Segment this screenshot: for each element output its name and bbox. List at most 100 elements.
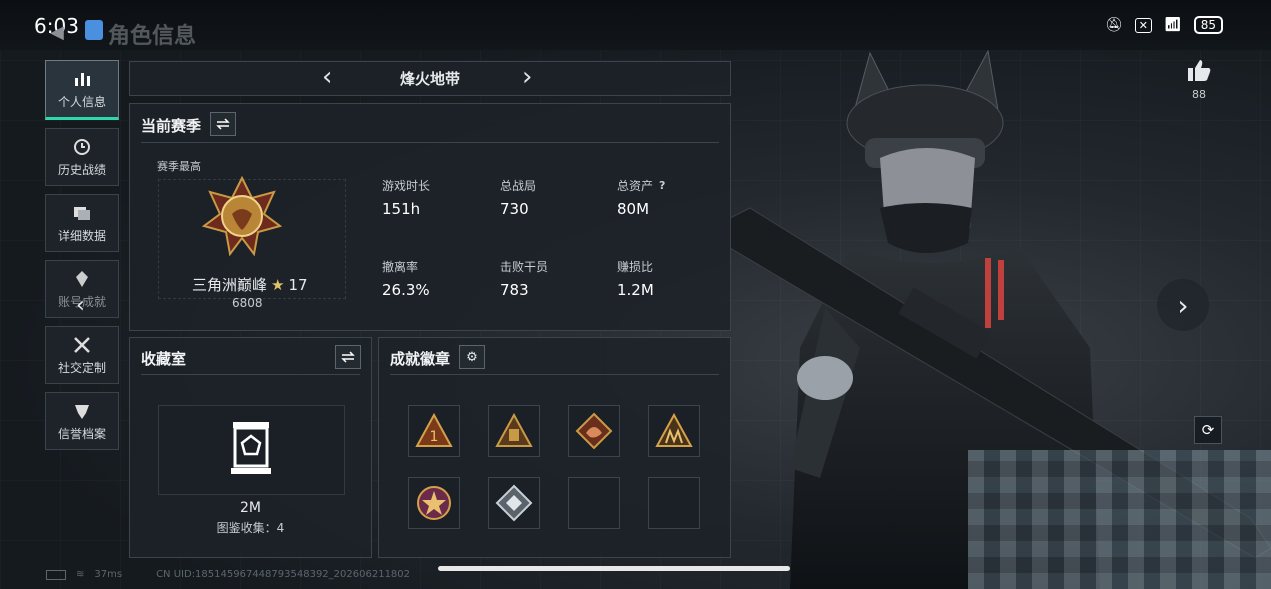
mute-bell-icon: 🔕︎ <box>1104 17 1123 33</box>
stat-value: 730 <box>500 200 529 218</box>
shield-icon <box>75 404 89 419</box>
sidebar-item-label: 信誉档案 <box>57 426 106 441</box>
svg-text:1: 1 <box>430 429 439 445</box>
chevron-left-icon[interactable]: ‹ <box>76 293 85 318</box>
divider <box>390 374 719 375</box>
divider <box>141 142 719 143</box>
sidebar-item-label: 社交定制 <box>57 360 106 375</box>
collection-header: 收藏室 <box>141 350 187 368</box>
badge-squad-icon <box>655 412 693 447</box>
thumbs-up-icon <box>1188 60 1211 81</box>
folder-icon <box>74 206 90 220</box>
badge-grid: 1 <box>408 405 700 529</box>
badge-settings-button[interactable]: ⚙ <box>459 345 485 369</box>
gear-icon: ⚙ <box>466 349 478 365</box>
bar-chart-icon <box>75 72 90 86</box>
sidebar-item-profile[interactable]: 个人信息 <box>45 60 119 120</box>
badge-pyramid-icon <box>495 412 533 447</box>
badge-slot[interactable] <box>568 405 620 457</box>
season-panel: 当前赛季 赛季最高 三角洲巅峰 ★ 17 6808 游戏时长 151h 总战局 … <box>129 103 731 331</box>
status-icons: 🔕︎ ✕ 📶︎ 85 <box>1105 16 1223 34</box>
badge-slot-empty[interactable] <box>648 477 700 529</box>
display-case-icon <box>231 422 271 474</box>
back-arrow-icon[interactable]: ◀ <box>50 22 64 43</box>
stat-value: 783 <box>500 281 529 299</box>
rank-name: 三角洲巅峰 <box>192 276 268 294</box>
divider <box>141 374 360 375</box>
badges-panel[interactable]: 成就徽章 ⚙ 1 <box>378 337 731 558</box>
medal-icon <box>76 270 88 287</box>
stat-total-assets: 总资产 ? 80M <box>617 177 665 218</box>
prev-mode-chevron-icon[interactable]: ‹ <box>322 62 332 92</box>
battery-small-icon <box>46 569 66 580</box>
sidebar: 个人信息 历史战绩 详细数据 账号成就 社交定制 信誉档案 <box>45 60 119 450</box>
season-best-label: 赛季最高 <box>157 160 201 173</box>
badge-slot[interactable] <box>408 477 460 529</box>
stat-value: 151h <box>382 200 421 218</box>
user-uid: CN UID:1851459674487935483​92_2026062118… <box>156 569 411 580</box>
collection-value: 2M <box>240 500 261 516</box>
stat-label: 总战局 <box>500 179 537 193</box>
stat-value: 1.2M <box>617 281 654 299</box>
sidebar-item-label: 详细数据 <box>57 228 106 243</box>
sidebar-item-history[interactable]: 历史战绩 <box>45 128 119 186</box>
close-box-icon: ✕ <box>1134 17 1152 33</box>
swap-icon <box>341 351 355 363</box>
badge-slot[interactable]: 1 <box>408 405 460 457</box>
collection-panel[interactable]: 收藏室 2M 图鉴收集：4 <box>129 337 372 558</box>
chevron-right-icon: › <box>1177 288 1189 322</box>
badge-triangle-1-icon: 1 <box>415 412 453 447</box>
swap-season-button[interactable] <box>210 112 236 136</box>
next-mode-chevron-icon[interactable]: › <box>522 62 532 92</box>
sidebar-item-label: 历史战绩 <box>57 162 106 177</box>
swap-icon <box>216 118 230 130</box>
like-button[interactable]: 88 <box>1184 58 1214 101</box>
rank-title: 三角洲巅峰 ★ 17 <box>192 274 308 295</box>
badge-star-medal-icon <box>417 486 451 520</box>
stat-value: 26.3% <box>382 281 430 299</box>
stat-label: 击败干员 <box>500 260 549 274</box>
badge-diamond-icon <box>495 484 533 522</box>
wifi-small-icon: ≋ <box>76 569 85 580</box>
stat-value: 80M <box>617 200 650 218</box>
badge-dragon-icon <box>575 412 613 450</box>
rotate-view-button[interactable]: ⟳ <box>1194 416 1222 444</box>
stat-label: 游戏时长 <box>382 179 431 193</box>
sidebar-item-details[interactable]: 详细数据 <box>45 194 119 252</box>
stat-play-time: 游戏时长 151h <box>382 177 430 218</box>
badge-slot[interactable] <box>488 405 540 457</box>
tools-icon <box>74 336 90 353</box>
stat-label: 总资产 <box>617 179 654 193</box>
rank-emblem-icon <box>202 176 282 256</box>
home-indicator[interactable] <box>438 566 790 571</box>
rank-stars: 17 <box>288 275 308 294</box>
help-icon[interactable]: ? <box>659 179 665 192</box>
like-count: 88 <box>1192 88 1206 101</box>
sidebar-item-label: 个人信息 <box>57 94 106 109</box>
badge-slot[interactable] <box>488 477 540 529</box>
history-clock-icon <box>74 138 90 155</box>
collection-count: 图鉴收集：4 <box>216 521 285 535</box>
stat-total-matches: 总战局 730 <box>500 177 536 218</box>
badge-slot[interactable] <box>648 405 700 457</box>
footer-info: ≋ 37ms CN UID:1851459674487935483​92_202… <box>46 569 410 580</box>
battery-indicator: 85 <box>1193 16 1223 34</box>
badge-slot-empty[interactable] <box>568 477 620 529</box>
sidebar-item-social[interactable]: 社交定制 <box>45 326 119 384</box>
mode-title: 烽火地带 <box>399 70 460 88</box>
next-character-button[interactable]: › <box>1157 279 1209 331</box>
badges-header: 成就徽章 <box>390 350 451 368</box>
ping-value: 37ms <box>94 569 123 580</box>
stat-label: 撤离率 <box>382 260 419 274</box>
season-header: 当前赛季 <box>141 117 202 135</box>
star-icon: ★ <box>271 275 285 294</box>
blurred-overlay <box>968 450 1271 589</box>
stat-kills: 击败干员 783 <box>500 258 548 299</box>
swap-collection-button[interactable] <box>335 345 361 369</box>
stat-extract-rate: 撤离率 26.3% <box>382 258 430 299</box>
stat-profit-ratio: 赚损比 1.2M <box>617 258 654 299</box>
screen-title: 角色信息 <box>108 24 197 49</box>
rank-score: 6808 <box>232 296 263 310</box>
stat-label: 赚损比 <box>617 260 654 274</box>
sidebar-item-reputation[interactable]: 信誉档案 <box>45 392 119 450</box>
